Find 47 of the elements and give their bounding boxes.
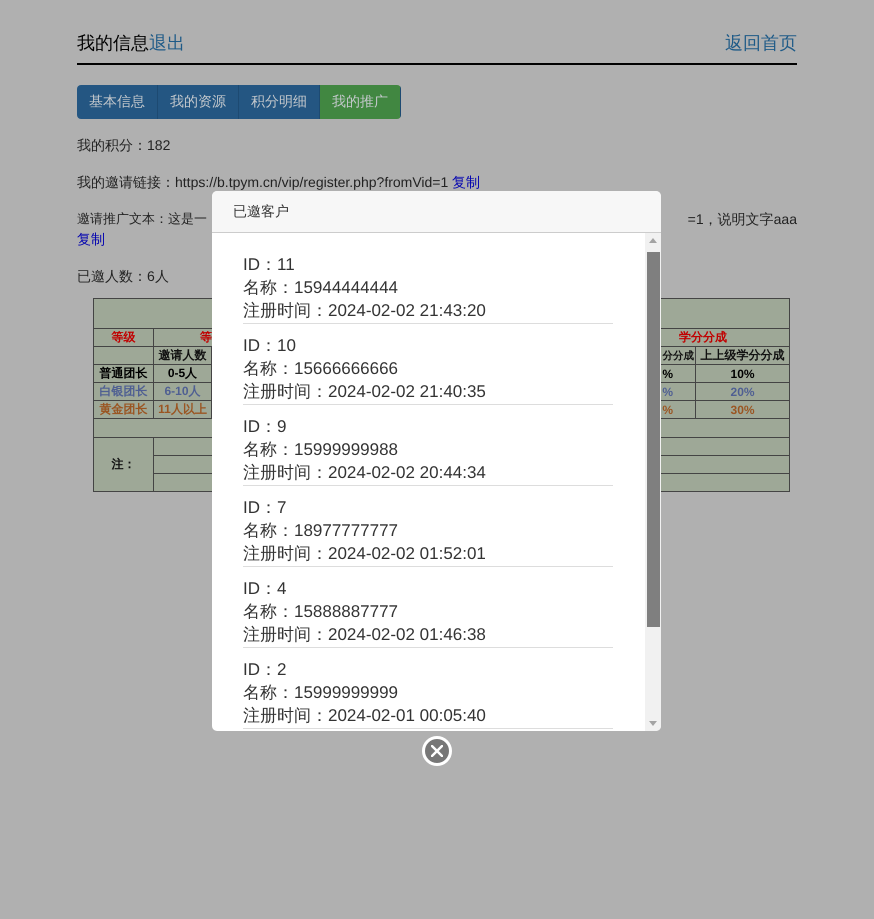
table-cell: 等级 bbox=[94, 328, 154, 346]
tab[interactable]: 积分明细 bbox=[239, 85, 320, 119]
tab[interactable]: 我的推广 bbox=[320, 85, 401, 119]
table-cell: 20% bbox=[696, 382, 790, 400]
close-button[interactable] bbox=[422, 736, 452, 766]
customer-id: ID：9 bbox=[243, 416, 288, 438]
table-cell: 黄金团长 bbox=[94, 400, 154, 418]
close-icon bbox=[431, 745, 443, 757]
customer-registered-time: 注册时间：2024-02-02 01:52:01 bbox=[243, 543, 487, 565]
invite-link-text: 我的邀请链接：https://b.tpym.cn/vip/register.php?fromVid=1 bbox=[77, 174, 448, 190]
invited-count-text: 已邀人数：6人 bbox=[77, 268, 169, 284]
customer-registered-time: 注册时间：2024-02-01 00:05:40 bbox=[243, 705, 487, 727]
customer-registered-time: 注册时间：2024-02-02 01:46:38 bbox=[243, 624, 487, 646]
customer-name: 名称：18977777777 bbox=[243, 520, 400, 542]
customer-registered-time: 注册时间：2024-02-02 21:43:20 bbox=[243, 300, 487, 322]
customer-id: ID：4 bbox=[243, 578, 288, 600]
table-cell: 注： bbox=[94, 438, 154, 492]
dialog-title: 已邀客户 bbox=[233, 202, 289, 220]
tab[interactable]: 我的资源 bbox=[158, 85, 239, 119]
customer-id: ID：2 bbox=[243, 659, 288, 681]
scroll-down-icon[interactable] bbox=[649, 721, 657, 726]
home-link[interactable]: 返回首页 bbox=[725, 30, 797, 54]
table-cell: 10% bbox=[696, 364, 790, 382]
table-cell: 白银团长 bbox=[94, 382, 154, 400]
customer-name: 名称：15999999988 bbox=[243, 439, 400, 461]
copy-link[interactable]: 复制 bbox=[452, 174, 480, 190]
scrollbar-thumb[interactable] bbox=[646, 252, 660, 627]
customer-name: 名称：15999999999 bbox=[243, 682, 400, 704]
tab[interactable]: 基本信息 bbox=[77, 85, 158, 119]
logout-link[interactable]: 退出 bbox=[149, 32, 185, 52]
customer-name: 名称：15666666666 bbox=[243, 358, 400, 380]
table-cell: 上上级学分分成 bbox=[696, 346, 790, 364]
scroll-up-icon[interactable] bbox=[649, 238, 657, 243]
customer-id: ID：11 bbox=[243, 254, 296, 276]
customer-name: 名称：15944444444 bbox=[243, 277, 400, 299]
customer-name: 名称：15888887777 bbox=[243, 601, 400, 623]
customer-id: ID：7 bbox=[243, 497, 288, 519]
table-cell: 30% bbox=[696, 400, 790, 418]
customer-registered-time: 注册时间：2024-02-02 20:44:34 bbox=[243, 462, 487, 484]
promo-text-end: =1，说明文字aaa bbox=[688, 210, 797, 229]
customer-registered-time: 注册时间：2024-02-02 21:40:35 bbox=[243, 381, 487, 403]
copy-link[interactable]: 复制 bbox=[77, 231, 105, 247]
scrollbar[interactable] bbox=[645, 233, 661, 731]
page-title: 我的信息 bbox=[77, 32, 149, 52]
points-text: 我的积分：182 bbox=[77, 136, 172, 155]
table-cell: 普通团长 bbox=[94, 364, 154, 382]
promo-text-start: 邀请推广文本：这是一 bbox=[77, 210, 207, 228]
